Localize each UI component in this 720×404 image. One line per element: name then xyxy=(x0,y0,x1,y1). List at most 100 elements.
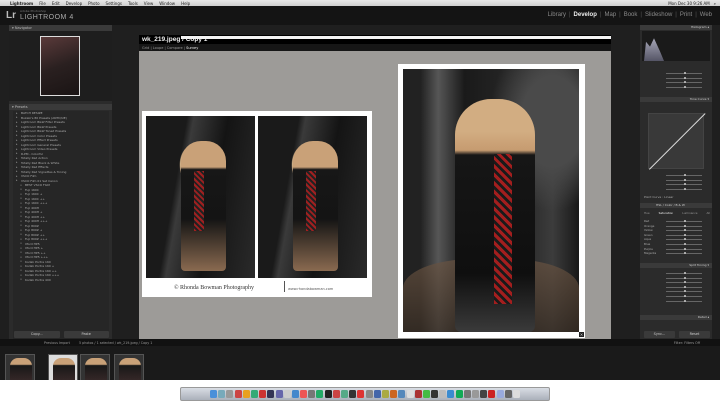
histogram xyxy=(642,31,710,61)
dock-app-icon[interactable] xyxy=(398,390,406,398)
menu-settings[interactable]: Settings xyxy=(106,1,122,6)
navigator-preview[interactable] xyxy=(9,31,112,101)
dock-app-icon[interactable] xyxy=(504,390,512,398)
dock-app-icon[interactable] xyxy=(316,390,324,398)
histogram-header[interactable]: Histogram ◂ xyxy=(640,25,712,30)
view-survey[interactable]: Survey xyxy=(186,46,198,50)
dock-app-icon[interactable] xyxy=(332,390,340,398)
paste-button[interactable]: Paste xyxy=(63,331,109,338)
slider[interactable] xyxy=(644,299,708,304)
navigator-thumbnail[interactable] xyxy=(40,36,80,96)
menu-tools[interactable]: Tools xyxy=(128,1,138,6)
dock-app-icon[interactable] xyxy=(447,390,455,398)
module-map[interactable]: Map xyxy=(604,12,616,18)
app-subtitle: Adobe Photoshop xyxy=(20,9,47,13)
slider-label: Aqua xyxy=(644,237,652,242)
dock-app-icon[interactable] xyxy=(414,390,422,398)
tab-luminance[interactable]: Luminance xyxy=(682,211,697,215)
dock-app-icon[interactable] xyxy=(512,390,520,398)
tab-all[interactable]: All xyxy=(707,211,710,215)
tab-saturation[interactable]: Saturation xyxy=(659,211,674,215)
dock-app-icon[interactable] xyxy=(488,390,496,398)
dock-app-icon[interactable] xyxy=(291,390,299,398)
menu-window[interactable]: Window xyxy=(159,1,175,6)
slider[interactable] xyxy=(644,85,708,90)
hsl-header[interactable]: HSL / Color / B & W xyxy=(640,203,712,208)
dock-app-icon[interactable] xyxy=(455,390,463,398)
sync-button[interactable]: Sync... xyxy=(644,331,675,338)
portrait-image xyxy=(403,69,579,332)
slider-label: Orange xyxy=(644,223,655,228)
collage-photo[interactable]: © Rhonda Bowman Photography www.rhondabo… xyxy=(142,111,372,297)
slider-magenta[interactable]: Magenta xyxy=(644,251,708,256)
close-icon[interactable]: × xyxy=(579,332,584,337)
preset-item[interactable]: Kodak Portra 400 xyxy=(13,277,109,283)
tab-hsl[interactable]: HSL xyxy=(656,203,662,207)
view-grid[interactable]: Grid xyxy=(142,46,149,50)
reset-button[interactable]: Reset xyxy=(679,331,710,338)
basic-sliders xyxy=(644,71,708,89)
selected-photo[interactable]: × xyxy=(398,64,585,338)
dock-app-icon[interactable] xyxy=(357,390,365,398)
module-web[interactable]: Web xyxy=(700,12,712,18)
dock-app-icon[interactable] xyxy=(373,390,381,398)
tab-hue[interactable]: Hue xyxy=(644,211,650,215)
dock-app-icon[interactable] xyxy=(439,390,447,398)
dock-app-icon[interactable] xyxy=(250,390,258,398)
menu-file[interactable]: File xyxy=(39,1,46,6)
dock-app-icon[interactable] xyxy=(259,390,267,398)
filter-dropdown[interactable]: Filters Off xyxy=(684,341,700,345)
tone-curve-graph[interactable] xyxy=(648,113,704,169)
module-library[interactable]: Library xyxy=(548,12,566,18)
copy-button[interactable]: Copy... xyxy=(14,331,60,338)
point-curve-label[interactable]: Point Curve : Linear xyxy=(644,195,674,199)
dock-app-icon[interactable] xyxy=(390,390,398,398)
module-book[interactable]: Book xyxy=(624,12,638,18)
dock-app-icon[interactable] xyxy=(422,390,430,398)
dock-app-icon[interactable] xyxy=(267,390,275,398)
split-toning-header[interactable]: Split Toning ▾ xyxy=(640,263,712,268)
dock-app-icon[interactable] xyxy=(480,390,488,398)
region-sliders xyxy=(644,173,708,191)
dock-app-icon[interactable] xyxy=(381,390,389,398)
dock-app-icon[interactable] xyxy=(234,390,242,398)
module-slideshow[interactable]: Slideshow xyxy=(645,12,672,18)
dock-app-icon[interactable] xyxy=(242,390,250,398)
dock-app-icon[interactable] xyxy=(226,390,234,398)
menubar-clock[interactable]: Mon Dec 30 9:26 AM xyxy=(668,1,710,6)
tab-bw[interactable]: B & W xyxy=(676,203,685,207)
dock-app-icon[interactable] xyxy=(431,390,439,398)
dock-app-icon[interactable] xyxy=(365,390,373,398)
view-compare[interactable]: Compare xyxy=(167,46,183,50)
detail-header[interactable]: Detail ◂ xyxy=(640,315,712,320)
menu-help[interactable]: Help xyxy=(181,1,190,6)
view-loupe[interactable]: Loupe xyxy=(153,46,164,50)
module-develop[interactable]: Develop xyxy=(574,12,597,18)
presets-header[interactable]: ▾ Presets xyxy=(9,104,112,110)
slider-label: Blue xyxy=(644,241,651,246)
menu-edit[interactable]: Edit xyxy=(52,1,60,6)
slider-shadows[interactable] xyxy=(644,187,708,192)
menu-develop[interactable]: Develop xyxy=(66,1,82,6)
tone-curve-header[interactable]: Tone Curve ▾ xyxy=(640,97,712,102)
dock-app-icon[interactable] xyxy=(218,390,226,398)
menu-photo[interactable]: Photo xyxy=(88,1,99,6)
dock-app-icon[interactable] xyxy=(496,390,504,398)
dock-app-icon[interactable] xyxy=(210,390,218,398)
dock-app-icon[interactable] xyxy=(463,390,471,398)
dock-app-icon[interactable] xyxy=(283,390,291,398)
dock-app-icon[interactable] xyxy=(472,390,480,398)
spotlight-icon[interactable]: ⌕ xyxy=(714,1,716,6)
filmstrip-source[interactable]: Previous Import xyxy=(44,341,70,345)
dock-app-icon[interactable] xyxy=(406,390,414,398)
tab-color[interactable]: Color xyxy=(665,203,673,207)
dock-app-icon[interactable] xyxy=(300,390,308,398)
dock-app-icon[interactable] xyxy=(349,390,357,398)
module-print[interactable]: Print xyxy=(680,12,692,18)
dock-app-icon[interactable] xyxy=(341,390,349,398)
menubar-app-name[interactable]: Lightroom xyxy=(10,1,33,6)
dock-app-icon[interactable] xyxy=(324,390,332,398)
dock-app-icon[interactable] xyxy=(308,390,316,398)
menu-view[interactable]: View xyxy=(144,1,154,6)
dock-app-icon[interactable] xyxy=(275,390,283,398)
